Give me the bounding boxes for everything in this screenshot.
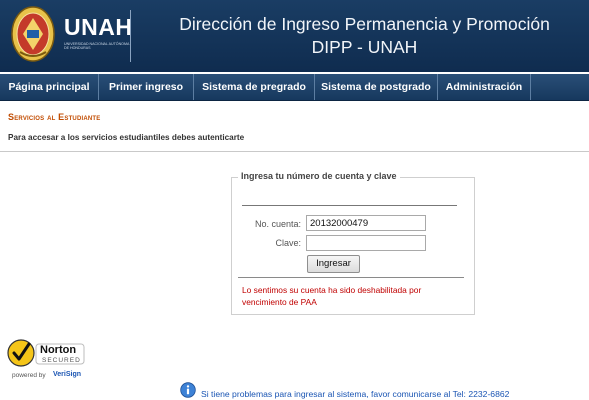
norton-secured-badge[interactable]: Norton SECURED powered by VeriSign xyxy=(6,334,86,382)
nav-item-sistema-pregrado[interactable]: Sistema de pregrado xyxy=(194,74,315,100)
nav-item-sistema-postgrado[interactable]: Sistema de postgrado xyxy=(315,74,438,100)
password-input[interactable] xyxy=(306,235,426,251)
header-subtitle: DIPP - UNAH xyxy=(311,37,418,57)
nav-item-primer-ingreso[interactable]: Primer ingreso xyxy=(99,74,194,100)
brand-subtitle: UNIVERSIDAD NACIONAL AUTÓNOMA DE HONDURA… xyxy=(64,42,130,51)
login-legend: Ingresa tu número de cuenta y clave xyxy=(238,171,400,181)
verisign-label: VeriSign xyxy=(53,371,82,378)
norton-secured-label: SECURED xyxy=(42,357,81,364)
password-label: Clave: xyxy=(275,238,301,248)
header-divider xyxy=(130,10,131,62)
header-title: Dirección de Ingreso Permanencia y Promo… xyxy=(179,14,550,34)
section-divider xyxy=(0,151,589,152)
error-message: Lo sentimos su cuenta ha sido deshabilit… xyxy=(242,285,422,307)
error-divider xyxy=(238,277,464,278)
main-nav: Página principal Primer ingreso Sistema … xyxy=(0,74,589,101)
submit-button[interactable]: Ingresar xyxy=(307,255,360,273)
unah-seal-logo xyxy=(11,6,55,62)
support-message: Si tiene problemas para ingresar al sist… xyxy=(201,389,510,399)
nav-item-pagina-principal[interactable]: Página principal xyxy=(0,74,99,100)
norton-brand: Norton xyxy=(40,344,77,356)
brand-name: UNAH xyxy=(64,14,133,40)
section-title: Servicios al Estudiante xyxy=(8,112,101,122)
account-label: No. cuenta: xyxy=(254,219,301,229)
section-description: Para accesar a los servicios estudiantil… xyxy=(8,133,245,142)
legend-rule xyxy=(242,205,457,206)
account-number-input[interactable]: 20132000479 xyxy=(306,215,426,231)
nav-item-administracion[interactable]: Administración xyxy=(438,74,531,100)
site-header: UNAH UNIVERSIDAD NACIONAL AUTÓNOMA DE HO… xyxy=(0,0,589,72)
powered-by-label: powered by xyxy=(12,372,46,379)
info-icon xyxy=(180,382,196,398)
